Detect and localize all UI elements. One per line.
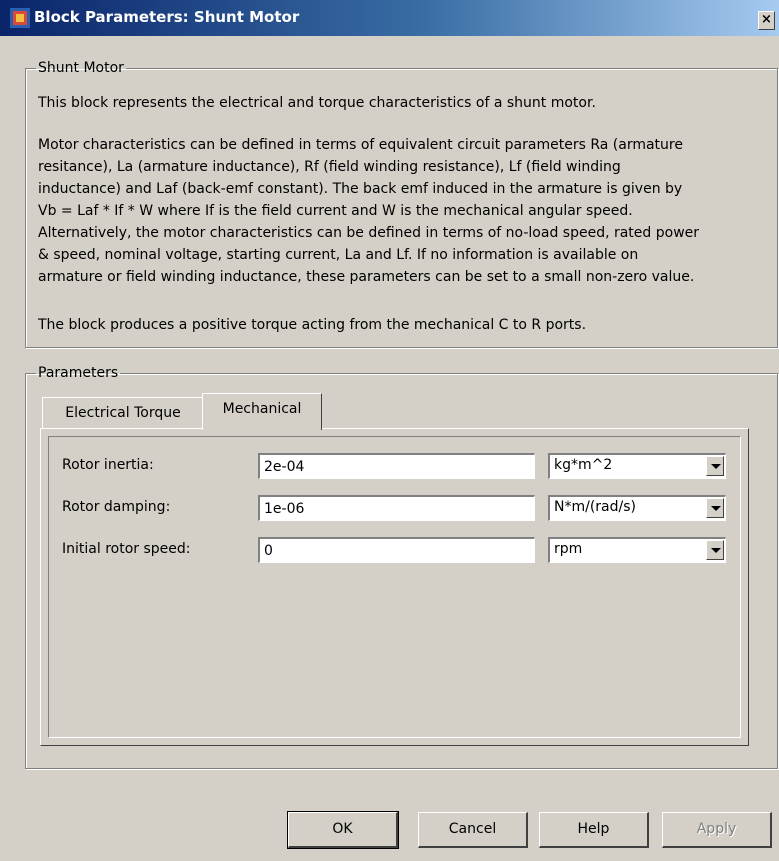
initial-rotor-speed-unit-select[interactable]: rpm bbox=[548, 537, 726, 563]
description-line: inductance) and Laf (back-emf constant).… bbox=[38, 181, 683, 197]
close-button[interactable]: × bbox=[758, 11, 775, 30]
cancel-button[interactable]: Cancel bbox=[418, 812, 528, 848]
dropdown-arrow-icon[interactable] bbox=[706, 540, 724, 560]
dropdown-arrow-icon[interactable] bbox=[706, 456, 724, 476]
description-line: Alternatively, the motor characteristics… bbox=[38, 225, 700, 241]
ok-button[interactable]: OK bbox=[287, 811, 399, 849]
apply-button[interactable]: Apply bbox=[662, 812, 772, 848]
description-line: Vb = Laf * If * W where If is the field … bbox=[38, 203, 633, 219]
description-line: armature or field winding inductance, th… bbox=[38, 269, 695, 285]
help-button[interactable]: Help bbox=[539, 812, 649, 848]
rotor-damping-unit-value: N*m/(rad/s) bbox=[554, 499, 636, 515]
rotor-inertia-unit-value: kg*m^2 bbox=[554, 457, 613, 473]
rotor-damping-label: Rotor damping: bbox=[62, 499, 171, 515]
dropdown-arrow-icon[interactable] bbox=[706, 498, 724, 518]
description-line: resitance), La (armature inductance), Rf… bbox=[38, 159, 621, 175]
description-intro: This block represents the electrical and… bbox=[38, 95, 596, 111]
description-line: Motor characteristics can be defined in … bbox=[38, 137, 683, 153]
parameters-group-label: Parameters bbox=[38, 365, 119, 381]
tab-electrical-torque[interactable]: Electrical Torque bbox=[42, 397, 204, 428]
description-details: Motor characteristics can be defined in … bbox=[38, 134, 773, 288]
parameter-frame bbox=[48, 436, 741, 738]
initial-rotor-speed-unit-value: rpm bbox=[554, 541, 583, 557]
initial-rotor-speed-input[interactable] bbox=[258, 537, 535, 563]
rotor-damping-unit-select[interactable]: N*m/(rad/s) bbox=[548, 495, 726, 521]
rotor-inertia-unit-select[interactable]: kg*m^2 bbox=[548, 453, 726, 479]
rotor-damping-input[interactable] bbox=[258, 495, 535, 521]
rotor-inertia-label: Rotor inertia: bbox=[62, 457, 154, 473]
description-group-label: Shunt Motor bbox=[38, 60, 124, 76]
initial-rotor-speed-label: Initial rotor speed: bbox=[62, 541, 191, 557]
description-port-note: The block produces a positive torque act… bbox=[38, 317, 587, 333]
simulink-block-icon bbox=[10, 8, 30, 28]
description-line: & speed, nominal voltage, starting curre… bbox=[38, 247, 639, 263]
title-bar: Block Parameters: Shunt Motor × bbox=[0, 0, 779, 36]
window-title: Block Parameters: Shunt Motor bbox=[34, 8, 300, 26]
rotor-inertia-input[interactable] bbox=[258, 453, 535, 479]
tab-mechanical[interactable]: Mechanical bbox=[202, 393, 322, 430]
